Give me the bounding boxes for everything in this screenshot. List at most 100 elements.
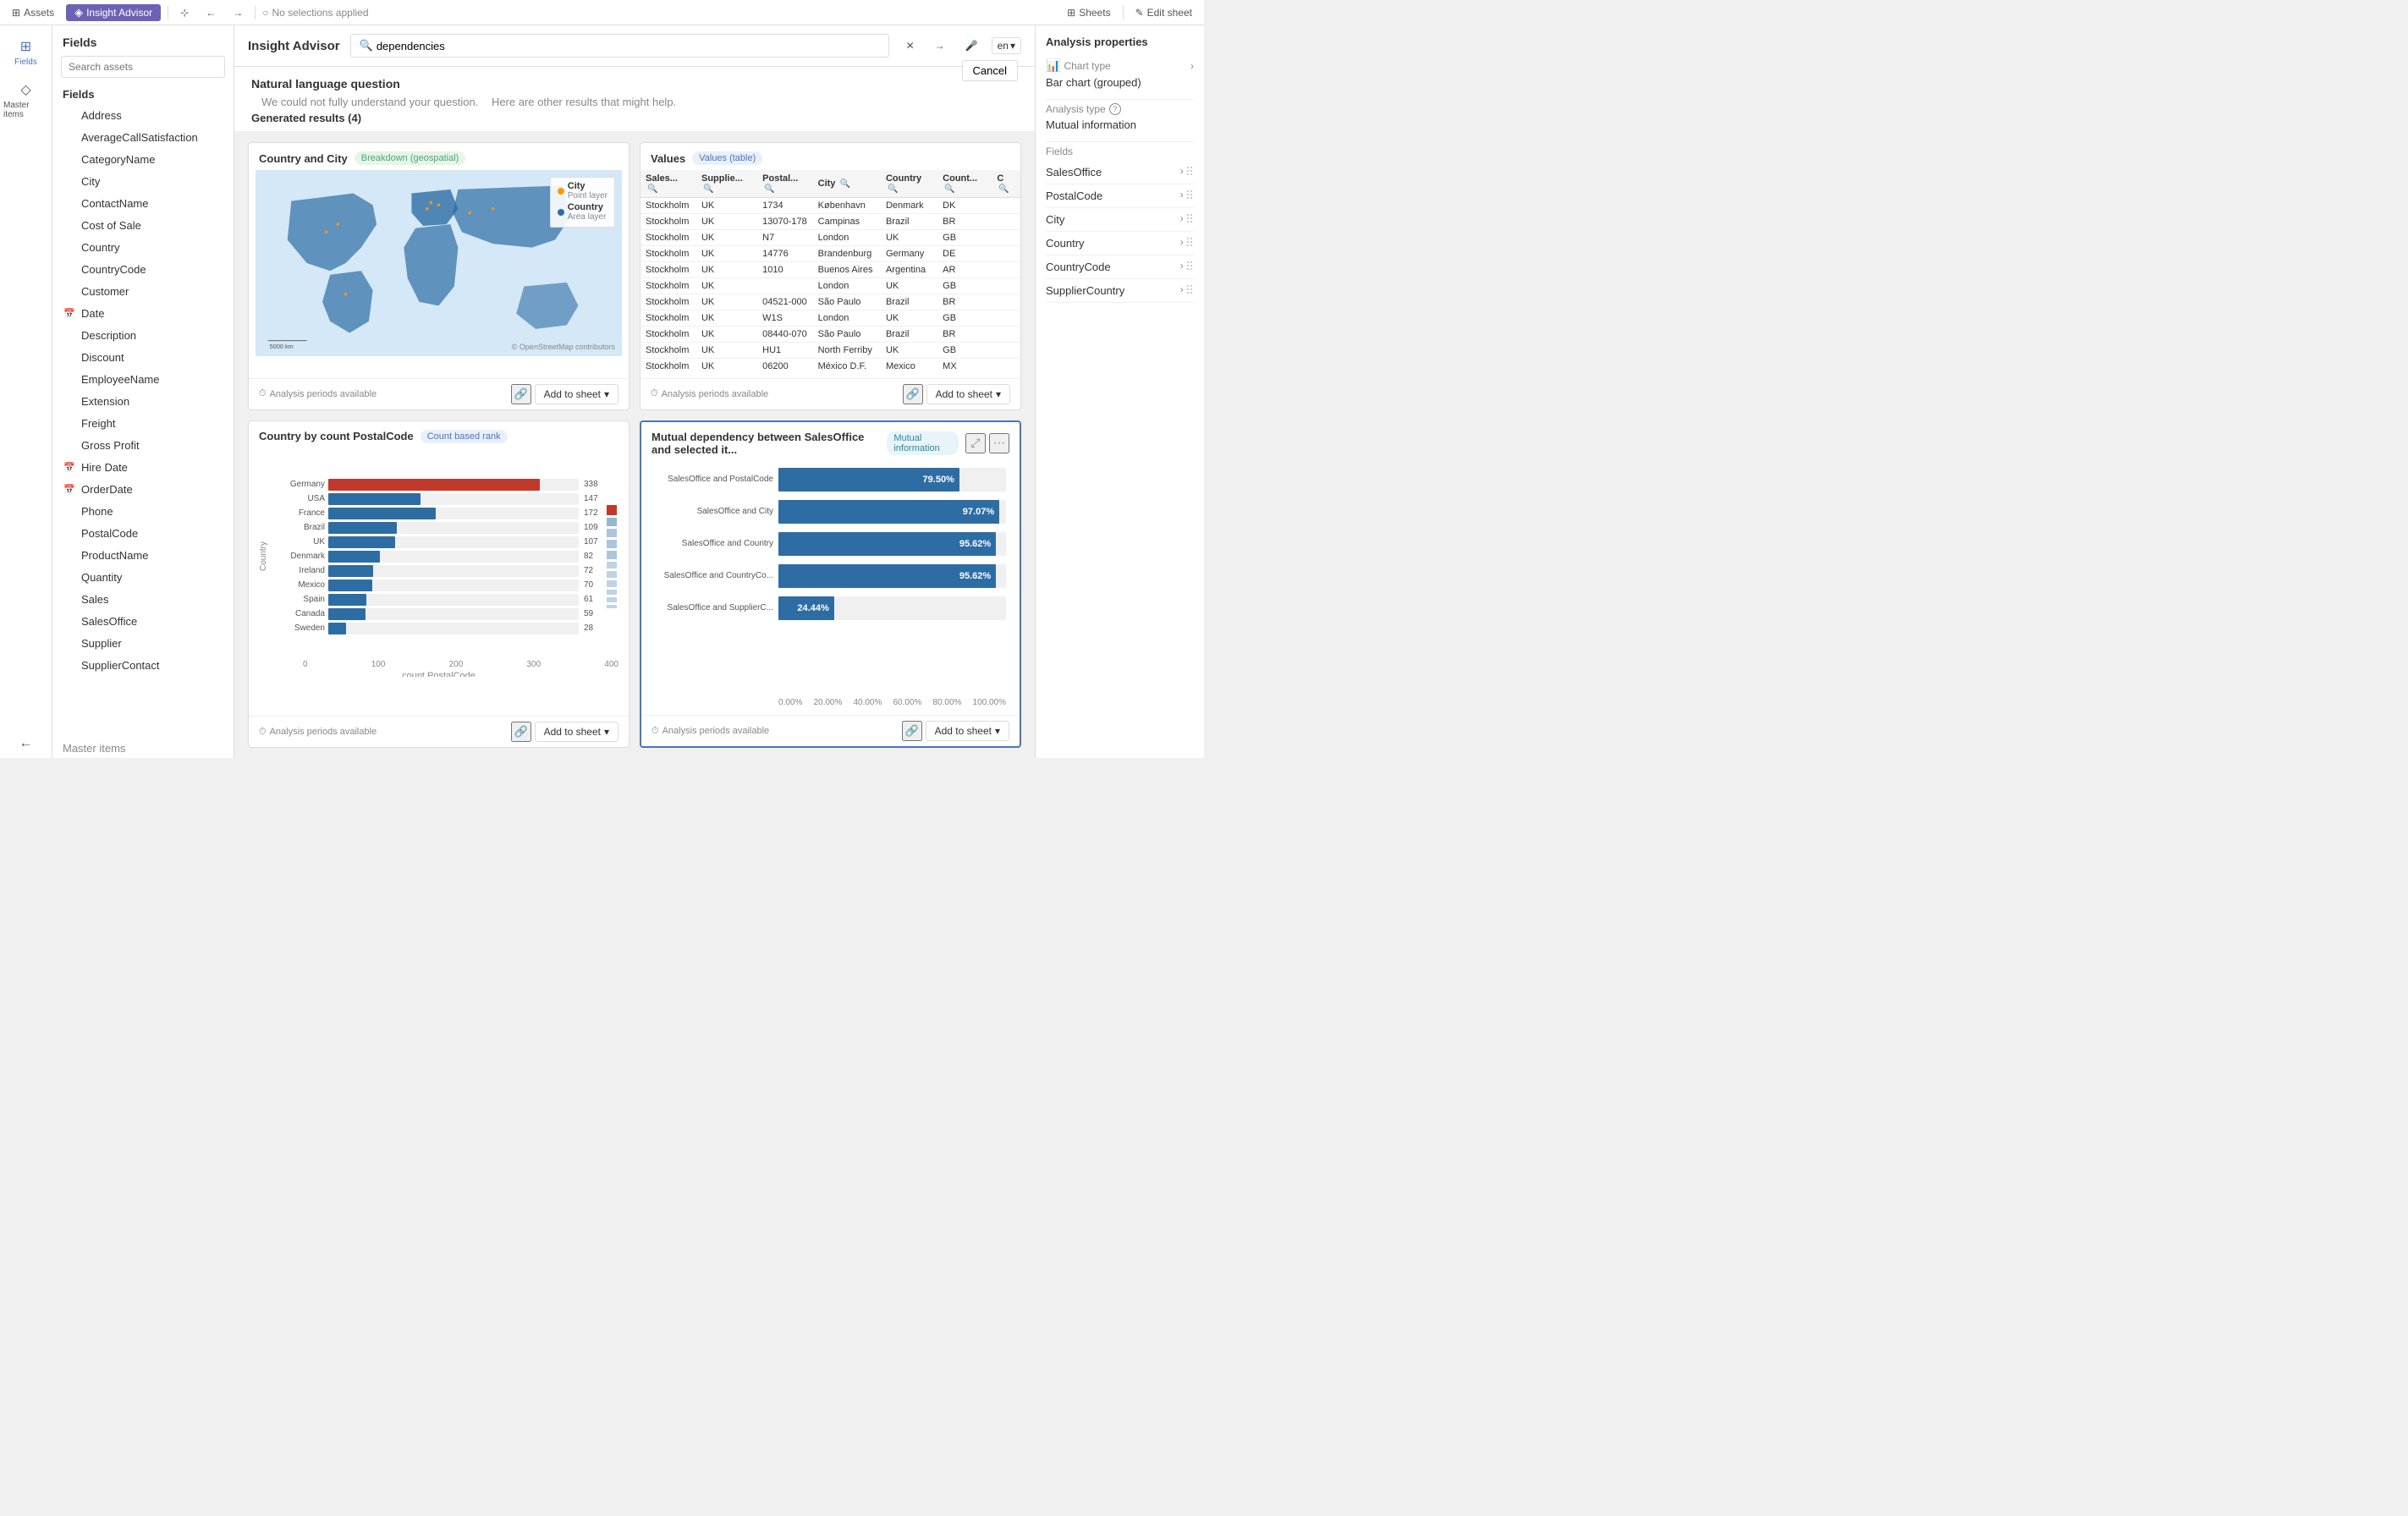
field-item-city[interactable]: City xyxy=(52,170,234,192)
field-item-contactname[interactable]: ContactName xyxy=(52,192,234,214)
chart1-link-btn[interactable]: 🔗 xyxy=(511,384,531,404)
lang-badge[interactable]: en ▾ xyxy=(992,37,1021,54)
bar-legend-right xyxy=(607,455,618,658)
col-header-count[interactable]: Count... 🔍 xyxy=(937,170,992,198)
chart3-add-to-sheet-btn[interactable]: Add to sheet ▾ xyxy=(535,722,618,742)
rp-drag-icon[interactable]: ⠿ xyxy=(1185,260,1194,274)
field-item-gross-profit[interactable]: Gross Profit xyxy=(52,434,234,456)
field-item-country[interactable]: Country xyxy=(52,236,234,258)
field-item-productname[interactable]: ProductName xyxy=(52,544,234,566)
chart4-menu-btn[interactable]: ⋯ xyxy=(989,433,1009,453)
sidebar-fields-icon[interactable]: ⊞ Fields xyxy=(11,32,41,72)
col-search-icon[interactable]: 🔍 xyxy=(647,184,657,194)
table-cell: Stockholm xyxy=(640,294,696,310)
rp-field-countrycode[interactable]: CountryCode›⠿ xyxy=(1046,255,1194,279)
rp-drag-icon[interactable]: ⠿ xyxy=(1185,283,1194,298)
col-header-c[interactable]: C 🔍 xyxy=(992,170,1020,198)
back-nav[interactable]: ← xyxy=(201,7,221,19)
col-search-icon[interactable]: 🔍 xyxy=(888,184,898,194)
chart4-link-btn[interactable]: 🔗 xyxy=(902,721,922,741)
col-header-country[interactable]: Country 🔍 xyxy=(881,170,937,198)
table-container[interactable]: Sales... 🔍Supplie... 🔍Postal... 🔍City 🔍C… xyxy=(640,170,1020,373)
table-cell xyxy=(992,278,1020,294)
field-item-averagecallsatisfaction[interactable]: AverageCallSatisfaction xyxy=(52,126,234,148)
field-icon-averagecallsatisfaction xyxy=(63,130,76,144)
bar-value: 59 xyxy=(584,609,605,618)
field-item-hire-date[interactable]: 📅Hire Date xyxy=(52,456,234,478)
col-search-icon[interactable]: 🔍 xyxy=(764,184,774,194)
table-cell: UK xyxy=(696,310,757,327)
rp-drag-icon[interactable]: ⠿ xyxy=(1185,165,1194,179)
field-item-customer[interactable]: Customer xyxy=(52,280,234,302)
rp-field-salesoffice[interactable]: SalesOffice›⠿ xyxy=(1046,161,1194,184)
field-item-phone[interactable]: Phone xyxy=(52,500,234,522)
col-search-icon[interactable]: 🔍 xyxy=(998,184,1009,194)
sidebar-collapse-icon[interactable]: ← xyxy=(14,729,39,758)
bar-fill xyxy=(328,565,373,577)
rp-field-suppliercountry[interactable]: SupplierCountry›⠿ xyxy=(1046,279,1194,303)
col-header-supplie[interactable]: Supplie... 🔍 xyxy=(696,170,757,198)
field-item-salesoffice[interactable]: SalesOffice xyxy=(52,610,234,632)
insight-advisor-nav[interactable]: ◈ Insight Advisor xyxy=(66,4,161,21)
table-row: StockholmUK14776BrandenburgGermanyDE xyxy=(640,246,1020,262)
field-item-suppliercontact[interactable]: SupplierContact xyxy=(52,654,234,676)
field-item-quantity[interactable]: Quantity xyxy=(52,566,234,588)
col-search-icon[interactable]: 🔍 xyxy=(703,184,713,194)
col-header-postal[interactable]: Postal... 🔍 xyxy=(757,170,812,198)
col-header-sales[interactable]: Sales... 🔍 xyxy=(640,170,696,198)
field-item-discount[interactable]: Discount xyxy=(52,346,234,368)
field-item-orderdate[interactable]: 📅OrderDate xyxy=(52,478,234,500)
field-item-supplier[interactable]: Supplier xyxy=(52,632,234,654)
rp-field-city[interactable]: City›⠿ xyxy=(1046,208,1194,232)
rp-field-country[interactable]: Country›⠿ xyxy=(1046,232,1194,255)
chart2-add-label: Add to sheet xyxy=(936,388,992,400)
field-item-date[interactable]: 📅Date xyxy=(52,302,234,324)
mutual-pct-label: 79.50% xyxy=(923,475,954,485)
forward-nav[interactable]: → xyxy=(228,7,248,19)
col-search-icon[interactable]: 🔍 xyxy=(944,184,954,194)
sheets-nav[interactable]: ⊞ Sheets xyxy=(1062,7,1115,19)
cancel-btn[interactable]: Cancel xyxy=(962,60,1018,81)
field-item-categoryname[interactable]: CategoryName xyxy=(52,148,234,170)
rp-drag-icon[interactable]: ⠿ xyxy=(1185,212,1194,227)
field-item-sales[interactable]: Sales xyxy=(52,588,234,610)
no-sel-text: No selections applied xyxy=(272,7,368,19)
clear-search-btn[interactable]: ✕ xyxy=(899,36,921,55)
field-item-employeename[interactable]: EmployeeName xyxy=(52,368,234,390)
field-item-address[interactable]: Address xyxy=(52,104,234,126)
table-cell: UK xyxy=(696,278,757,294)
sidebar-master-icon[interactable]: ◇ Master items xyxy=(0,75,52,124)
cursor-nav[interactable]: ⊹ xyxy=(175,7,194,19)
col-header-city[interactable]: City 🔍 xyxy=(813,170,881,198)
rp-analysis-type-label-text: Analysis type xyxy=(1046,103,1106,115)
rp-field-postalcode[interactable]: PostalCode›⠿ xyxy=(1046,184,1194,208)
chart4-expand-btn[interactable]: ⤢ xyxy=(965,433,986,453)
field-item-cost-of-sale[interactable]: Cost of Sale xyxy=(52,214,234,236)
table-cell: Mexico xyxy=(881,359,937,374)
mic-btn[interactable]: 🎤 xyxy=(959,36,985,55)
field-item-postalcode[interactable]: PostalCode xyxy=(52,522,234,544)
generated-label: Generated results (4) xyxy=(251,112,676,124)
edit-icon: ✎ xyxy=(1135,7,1144,19)
master-items-label[interactable]: Master items xyxy=(52,735,234,758)
chart1-add-to-sheet-btn[interactable]: Add to sheet ▾ xyxy=(535,384,618,404)
rp-drag-icon[interactable]: ⠿ xyxy=(1185,236,1194,250)
chart3-link-btn[interactable]: 🔗 xyxy=(511,722,531,742)
ia-search-input[interactable] xyxy=(377,40,880,52)
edit-sheet-nav[interactable]: ✎ Edit sheet xyxy=(1130,7,1197,19)
assets-nav[interactable]: ⊞ Assets xyxy=(7,7,59,19)
table-cell: 14776 xyxy=(757,246,812,262)
search-input[interactable] xyxy=(61,56,225,78)
map-attribution: © OpenStreetMap contributors xyxy=(512,343,615,351)
field-label-hire date: Hire Date xyxy=(81,461,128,474)
submit-search-btn[interactable]: → xyxy=(928,36,952,55)
field-item-extension[interactable]: Extension xyxy=(52,390,234,412)
chart4-add-to-sheet-btn[interactable]: Add to sheet ▾ xyxy=(926,721,1009,741)
field-item-freight[interactable]: Freight xyxy=(52,412,234,434)
rp-drag-icon[interactable]: ⠿ xyxy=(1185,189,1194,203)
field-item-countrycode[interactable]: CountryCode xyxy=(52,258,234,280)
col-search-icon[interactable]: 🔍 xyxy=(839,179,849,189)
field-item-description[interactable]: Description xyxy=(52,324,234,346)
chart2-link-btn[interactable]: 🔗 xyxy=(903,384,923,404)
chart2-add-to-sheet-btn[interactable]: Add to sheet ▾ xyxy=(926,384,1010,404)
